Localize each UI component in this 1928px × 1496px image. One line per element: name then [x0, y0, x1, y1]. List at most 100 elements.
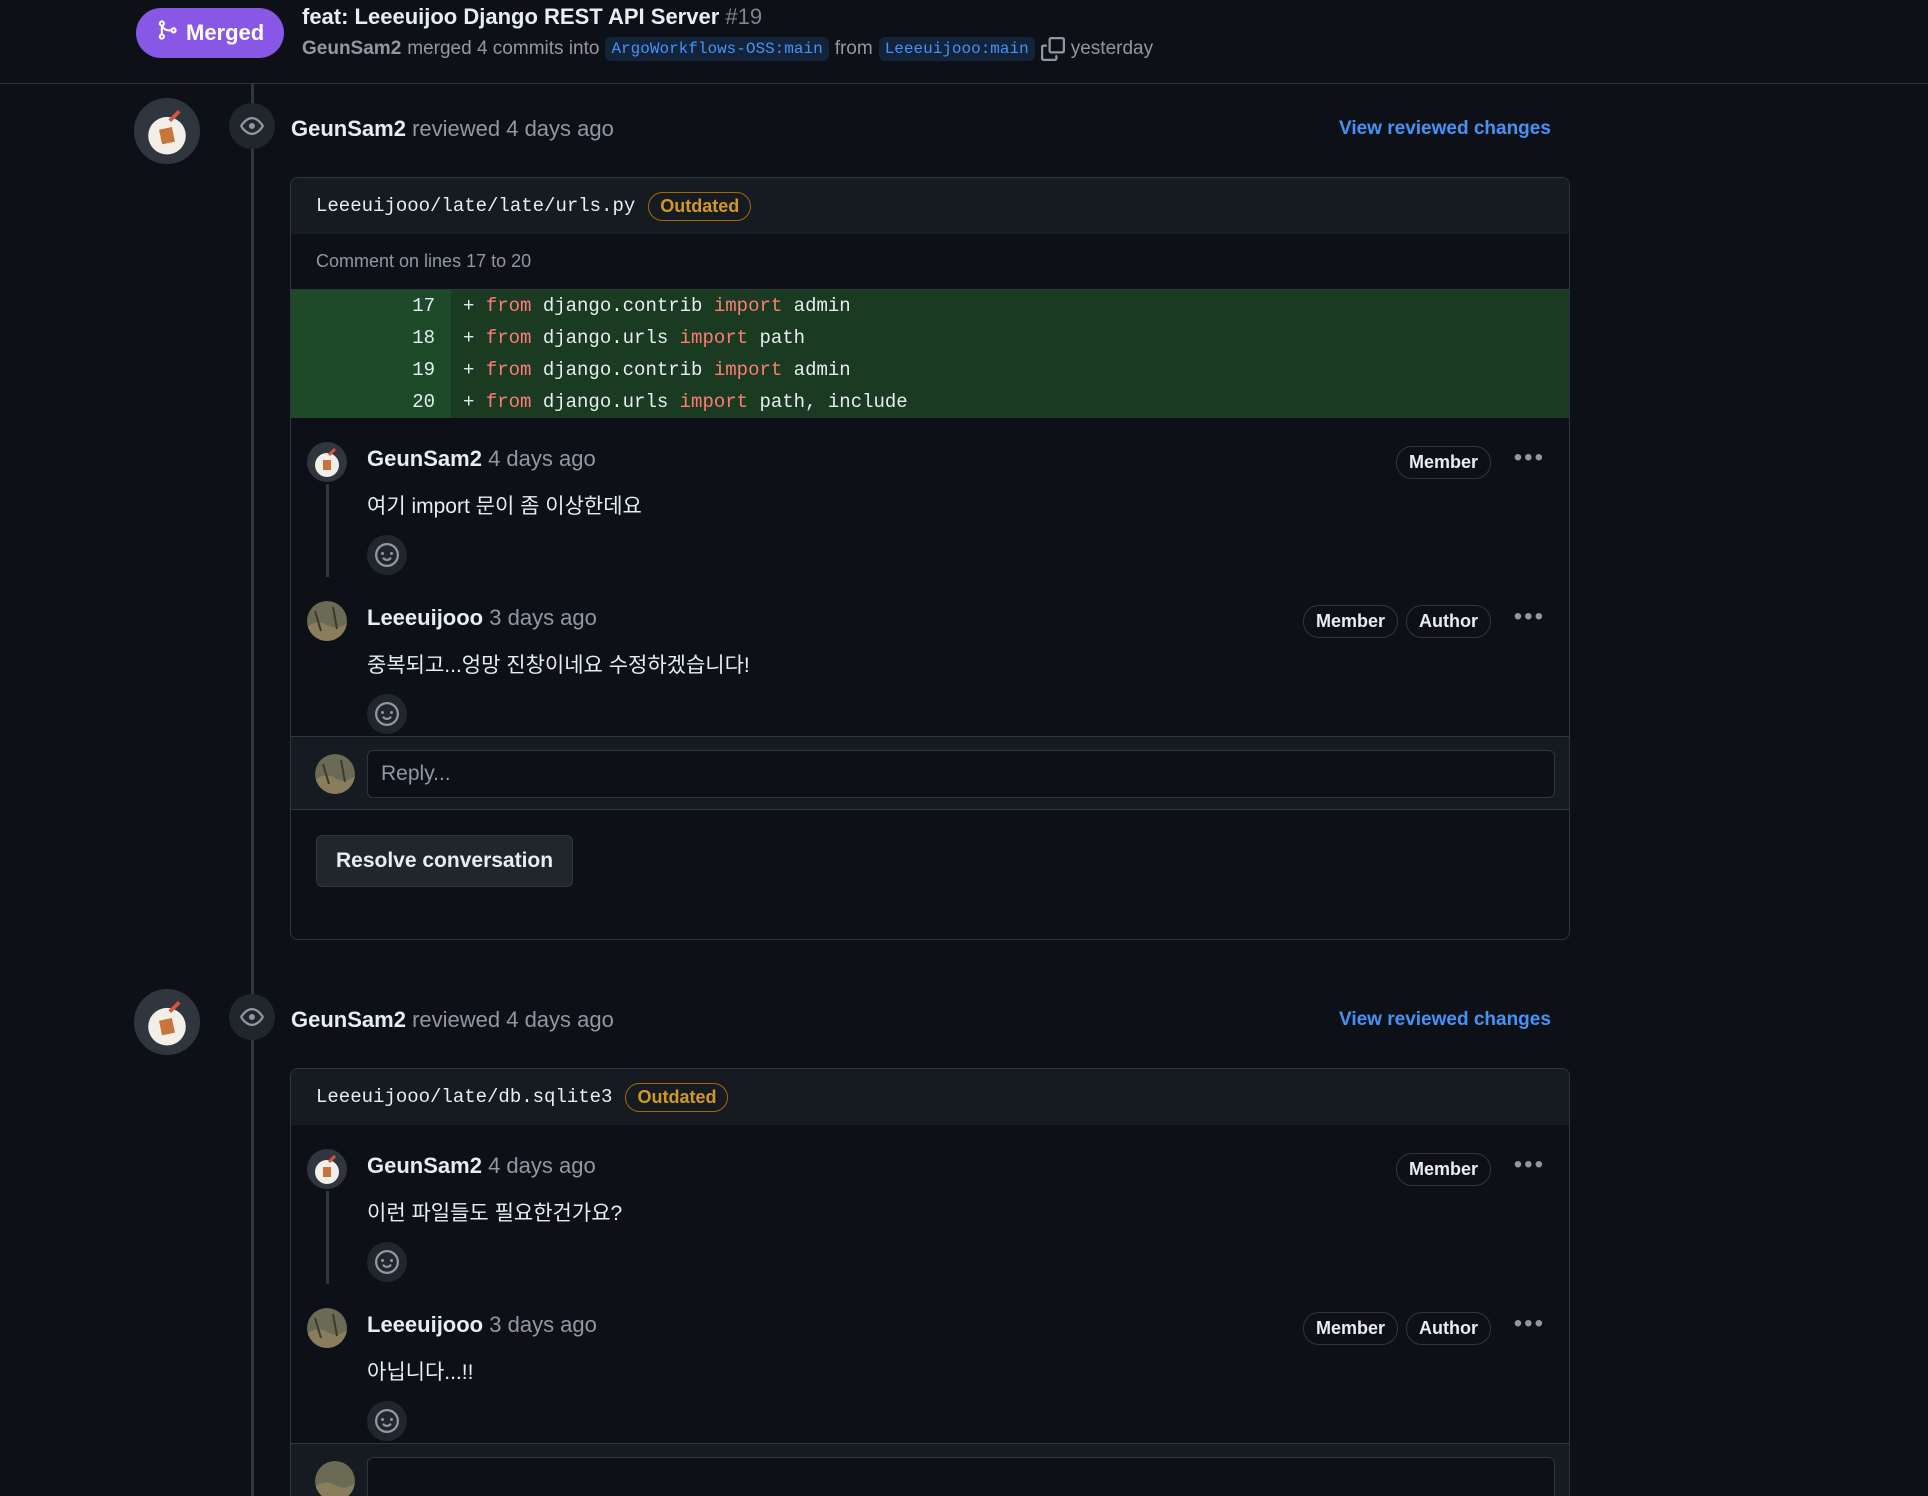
kebab-icon[interactable]: ••• [1514, 1151, 1545, 1179]
resolve-area: Resolve conversation [291, 810, 1569, 913]
comment-header: GeunSam2 4 days ago [367, 446, 596, 472]
merged-status-badge: Merged [136, 8, 285, 58]
outdated-badge: Outdated [625, 1082, 729, 1112]
view-reviewed-changes-link[interactable]: View reviewed changes [1339, 1009, 1551, 1031]
line-number: 20 [291, 386, 451, 418]
line-number: 18 [291, 322, 451, 354]
review-action: reviewed 4 days ago [412, 116, 614, 141]
comment-time[interactable]: 3 days ago [489, 1312, 597, 1337]
comment-time[interactable]: 4 days ago [488, 446, 596, 471]
smiley-icon[interactable] [367, 1401, 407, 1441]
line-code: + from django.urls import path [463, 327, 806, 349]
merged-time: yesterday [1070, 38, 1154, 59]
pr-title: feat: Leeeuijoo Django REST API Server #… [302, 4, 762, 30]
line-number: 17 [291, 290, 451, 322]
view-reviewed-changes-link[interactable]: View reviewed changes [1339, 118, 1551, 140]
kebab-icon[interactable]: ••• [1514, 444, 1545, 472]
resolve-conversation-button[interactable]: Resolve conversation [316, 835, 574, 887]
author-badge: Author [1406, 605, 1491, 638]
reviewer-name[interactable]: GeunSam2 [291, 116, 406, 141]
reply-input[interactable] [367, 750, 1555, 798]
comment-lines-label: Comment on lines 17 to 20 [291, 234, 1569, 290]
head-branch[interactable]: Leeeuijooo:main [878, 37, 1035, 61]
kebab-icon[interactable]: ••• [1514, 603, 1545, 631]
diff-line: 20 + from django.urls import path, inclu… [291, 386, 1569, 418]
review-action: reviewed 4 days ago [412, 1007, 614, 1032]
comment-body: 중복되고...엉망 진창이네요 수정하겠습니다! [367, 654, 750, 677]
comment-author[interactable]: GeunSam2 [367, 446, 482, 471]
merged-by-user[interactable]: GeunSam2 [302, 38, 401, 60]
pr-number: #19 [725, 4, 763, 29]
author-badge: Author [1406, 1312, 1491, 1345]
git-merge-icon [156, 19, 178, 47]
member-badge: Member [1302, 605, 1399, 638]
pr-header: Merged feat: Leeeuijoo Django REST API S… [0, 0, 1928, 84]
avatar[interactable] [307, 601, 347, 641]
file-header: Leeeuijooo/late/db.sqlite3 Outdated [291, 1069, 1569, 1125]
avatar [315, 754, 355, 794]
comment-header: Leeeuijooo 3 days ago [367, 605, 597, 631]
reply-bar [291, 1443, 1569, 1496]
comment-header: Leeeuijooo 3 days ago [367, 1312, 597, 1338]
comment-body: 아닙니다...!! [367, 1361, 474, 1384]
smiley-icon[interactable] [367, 1242, 407, 1282]
member-badge: Member [1302, 1312, 1399, 1345]
reviewer-name[interactable]: GeunSam2 [291, 1007, 406, 1032]
copy-icon[interactable] [1040, 37, 1065, 61]
timeline-line [251, 84, 254, 1496]
comment-badges: Member Author [1302, 1312, 1491, 1345]
reply-input[interactable] [367, 1457, 1555, 1496]
comment-badges: Member [1395, 446, 1491, 479]
diff-code-block: 17 + from django.contrib import admin 18… [291, 290, 1569, 418]
eye-icon [229, 103, 275, 149]
reply-bar [291, 736, 1569, 810]
review-comment: Leeeuijooo 3 days ago Member Author ••• … [291, 1284, 1569, 1443]
comment-author[interactable]: GeunSam2 [367, 1153, 482, 1178]
comment-author[interactable]: Leeeuijooo [367, 1312, 483, 1337]
pr-subtitle: GeunSam2 merged 4 commits into ArgoWorkf… [302, 37, 1153, 61]
member-badge: Member [1395, 446, 1491, 479]
outdated-badge: Outdated [648, 191, 752, 221]
base-branch[interactable]: ArgoWorkflows-OSS:main [605, 37, 829, 61]
smiley-icon[interactable] [367, 535, 407, 575]
merged-label: Merged [186, 20, 265, 45]
thread-line [326, 1191, 329, 1284]
comment-body: 이런 파일들도 필요한건가요? [367, 1202, 623, 1225]
review-thread: Leeeuijooo/late/db.sqlite3 Outdated Geun… [290, 1068, 1570, 1496]
comment-author[interactable]: Leeeuijooo [367, 605, 483, 630]
comment-time[interactable]: 4 days ago [488, 1153, 596, 1178]
reviewer-avatar[interactable] [134, 98, 200, 164]
line-code: + from django.contrib import admin [463, 295, 851, 317]
reviewer-avatar[interactable] [134, 989, 200, 1055]
diff-line: 19 + from django.contrib import admin [291, 354, 1569, 386]
review-comment: Leeeuijooo 3 days ago Member Author ••• … [291, 577, 1569, 736]
line-code: + from django.contrib import admin [463, 359, 851, 381]
merged-text: merged 4 commits into [407, 38, 600, 59]
comment-body: 여기 import 문이 좀 이상한데요 [367, 495, 642, 518]
review-thread: Leeeuijooo/late/late/urls.py Outdated Co… [290, 177, 1570, 940]
comment-header: GeunSam2 4 days ago [367, 1153, 596, 1179]
review-header: GeunSam2 reviewed 4 days ago [291, 116, 614, 142]
line-code: + from django.urls import path, include [463, 391, 908, 413]
avatar[interactable] [307, 1149, 347, 1189]
pr-title-text: feat: Leeeuijoo Django REST API Server [302, 4, 720, 29]
avatar [315, 1461, 355, 1496]
diff-line: 17 + from django.contrib import admin [291, 290, 1569, 322]
comment-badges: Member [1395, 1153, 1491, 1186]
file-header: Leeeuijooo/late/late/urls.py Outdated [291, 178, 1569, 234]
comment-time[interactable]: 3 days ago [489, 605, 597, 630]
review-comment: GeunSam2 4 days ago Member ••• 여기 import… [291, 418, 1569, 577]
from-text: from [834, 38, 873, 59]
diff-line: 18 + from django.urls import path [291, 322, 1569, 354]
review-header: GeunSam2 reviewed 4 days ago [291, 1007, 614, 1033]
avatar[interactable] [307, 442, 347, 482]
thread-line [326, 484, 329, 577]
file-path[interactable]: Leeeuijooo/late/db.sqlite3 [316, 1086, 612, 1108]
eye-icon [229, 994, 275, 1040]
member-badge: Member [1395, 1153, 1491, 1186]
review-comment: GeunSam2 4 days ago Member ••• 이런 파일들도 필… [291, 1125, 1569, 1284]
smiley-icon[interactable] [367, 694, 407, 734]
kebab-icon[interactable]: ••• [1514, 1310, 1545, 1338]
avatar[interactable] [307, 1308, 347, 1348]
file-path[interactable]: Leeeuijooo/late/late/urls.py [316, 195, 635, 217]
